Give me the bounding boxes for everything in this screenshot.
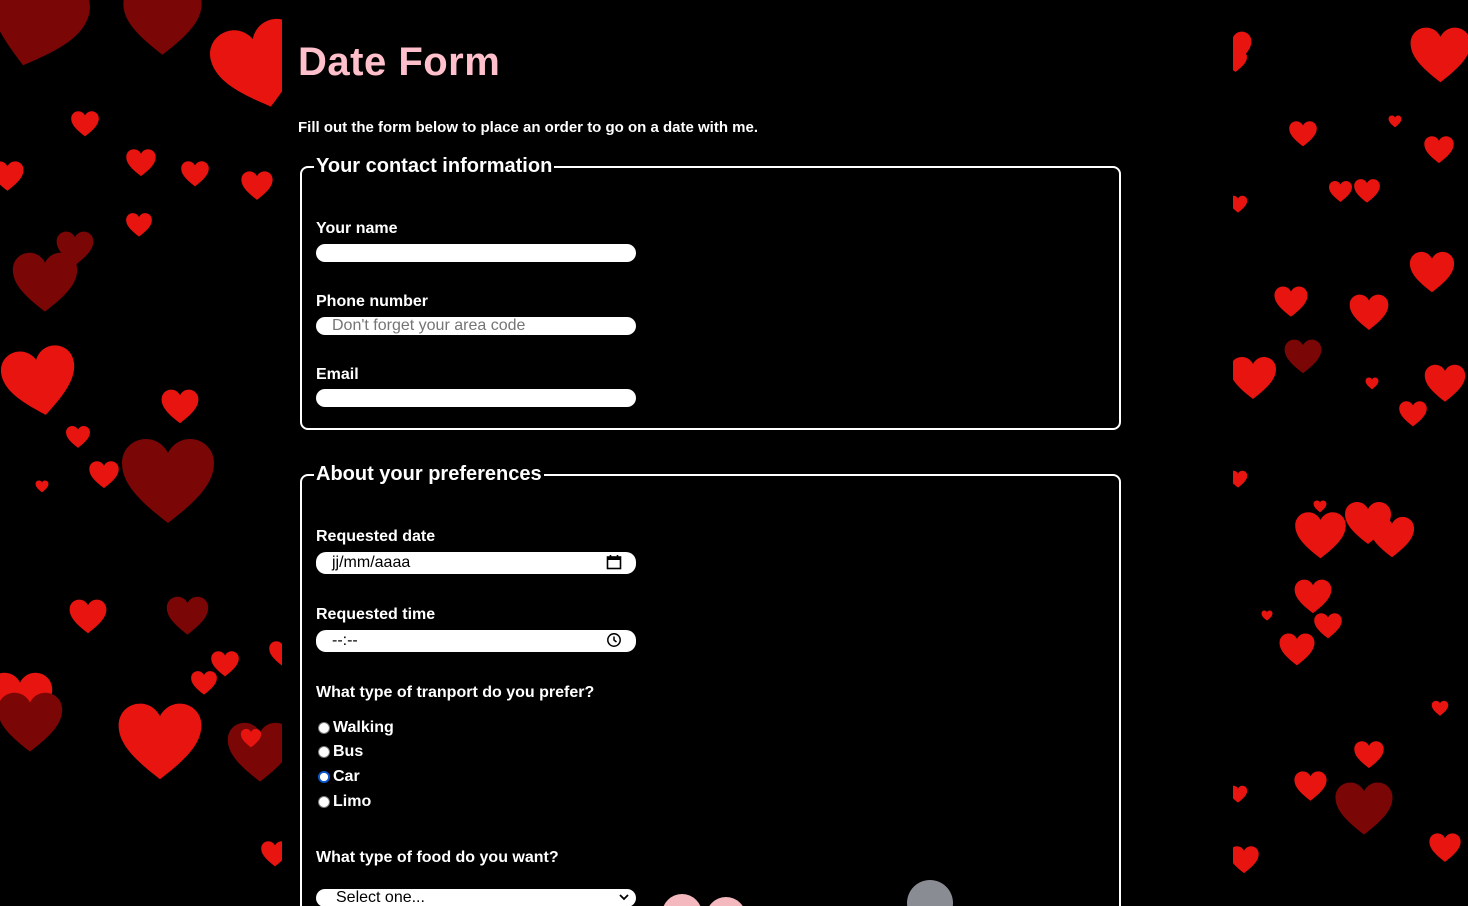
bus-label: Bus <box>333 743 364 760</box>
heart-icon <box>1274 286 1308 317</box>
heart-icon <box>1284 339 1322 374</box>
food-selected-value: Select one... <box>336 889 425 906</box>
chevron-down-icon <box>619 894 629 901</box>
heart-icon <box>12 252 78 312</box>
heart-icon <box>1233 51 1247 72</box>
page-title: Date Form <box>298 40 501 84</box>
heart-icon <box>1314 613 1342 639</box>
heart-icon <box>126 213 152 237</box>
heart-icon <box>1349 294 1389 330</box>
heart-icon <box>1388 115 1402 128</box>
heart-icon <box>1369 516 1415 558</box>
time-placeholder: --:-- <box>332 632 358 649</box>
heart-icon <box>1294 771 1327 801</box>
heart-background-right <box>1233 0 1468 906</box>
heart-icon <box>1429 833 1461 862</box>
heart-icon <box>1329 181 1352 202</box>
time-input[interactable]: --:-- <box>316 630 636 652</box>
transport-option-walking[interactable]: Walking <box>318 718 394 738</box>
transport-question: What type of tranport do you prefer? <box>316 684 595 701</box>
heart-icon <box>1279 633 1315 666</box>
name-label: Your name <box>316 220 398 237</box>
food-question: What type of food do you want? <box>316 849 559 866</box>
heart-icon <box>1233 846 1259 874</box>
transport-option-limo[interactable]: Limo <box>318 792 371 812</box>
walking-label: Walking <box>333 719 394 736</box>
heart-icon <box>166 596 209 635</box>
heart-icon <box>1233 470 1248 488</box>
heart-background-left <box>0 0 282 906</box>
heart-icon <box>181 161 209 187</box>
heart-icon <box>35 480 49 493</box>
heart-icon <box>0 161 24 191</box>
heart-icon <box>1294 579 1332 614</box>
heart-icon <box>1233 357 1276 399</box>
heart-icon <box>1354 741 1384 769</box>
heart-icon <box>69 599 107 634</box>
heart-icon <box>1399 401 1427 427</box>
heart-icon <box>123 0 202 55</box>
heart-icon <box>1335 782 1393 835</box>
email-input[interactable] <box>316 389 636 407</box>
transport-option-bus[interactable]: Bus <box>318 742 363 762</box>
form-page: Date Form Fill out the form below to pla… <box>282 0 1233 906</box>
heart-icon <box>71 111 99 137</box>
heart-icon <box>1424 136 1454 164</box>
preferences-fieldset: About your preferences Requested date jj… <box>300 463 1121 906</box>
phone-input[interactable]: Don't forget your area code <box>316 317 636 335</box>
transport-option-car[interactable]: Car <box>318 767 360 787</box>
heart-icon <box>240 728 262 748</box>
heart-icon <box>1313 500 1327 513</box>
heart-icon <box>1409 251 1455 293</box>
contact-legend: Your contact information <box>316 155 553 177</box>
heart-icon <box>0 0 90 66</box>
contact-fieldset: Your contact information Your name Phone… <box>300 155 1121 430</box>
heart-icon <box>1365 377 1379 390</box>
date-label: Requested date <box>316 528 436 545</box>
heart-icon <box>1410 27 1468 83</box>
heart-icon <box>269 641 282 666</box>
heart-icon <box>118 703 202 780</box>
clock-icon[interactable] <box>606 632 622 648</box>
car-radio[interactable] <box>318 771 330 783</box>
heart-icon <box>0 345 75 415</box>
heart-icon <box>191 671 217 695</box>
intro-text: Fill out the form below to place an orde… <box>298 119 759 136</box>
calendar-icon[interactable] <box>606 554 622 570</box>
heart-icon <box>1233 785 1248 803</box>
limo-label: Limo <box>333 793 372 810</box>
date-input[interactable]: jj/mm/aaaa <box>316 552 636 574</box>
heart-icon <box>161 389 199 424</box>
heart-icon <box>66 426 90 448</box>
heart-icon <box>126 149 156 177</box>
walking-radio[interactable] <box>318 722 330 734</box>
time-label: Requested time <box>316 606 436 623</box>
heart-icon <box>210 18 282 107</box>
heart-icon <box>1295 512 1346 559</box>
heart-icon <box>241 171 273 200</box>
food-select[interactable]: Select one... <box>316 889 636 906</box>
heart-icon <box>261 841 282 867</box>
heart-icon <box>122 439 214 523</box>
heart-icon <box>1289 121 1317 147</box>
heart-icon <box>1424 364 1466 402</box>
limo-radio[interactable] <box>318 796 330 808</box>
phone-label: Phone number <box>316 293 429 310</box>
heart-icon <box>1431 700 1449 716</box>
car-label: Car <box>333 768 360 785</box>
heart-icon <box>1354 179 1380 203</box>
heart-icon <box>1261 610 1273 621</box>
heart-icon <box>89 461 119 489</box>
preferences-legend: About your preferences <box>316 463 542 485</box>
bus-radio[interactable] <box>318 746 330 758</box>
date-placeholder: jj/mm/aaaa <box>332 554 411 571</box>
heart-icon <box>1233 195 1248 213</box>
name-input[interactable] <box>316 244 636 262</box>
heart-icon <box>0 692 63 752</box>
email-label: Email <box>316 366 359 383</box>
